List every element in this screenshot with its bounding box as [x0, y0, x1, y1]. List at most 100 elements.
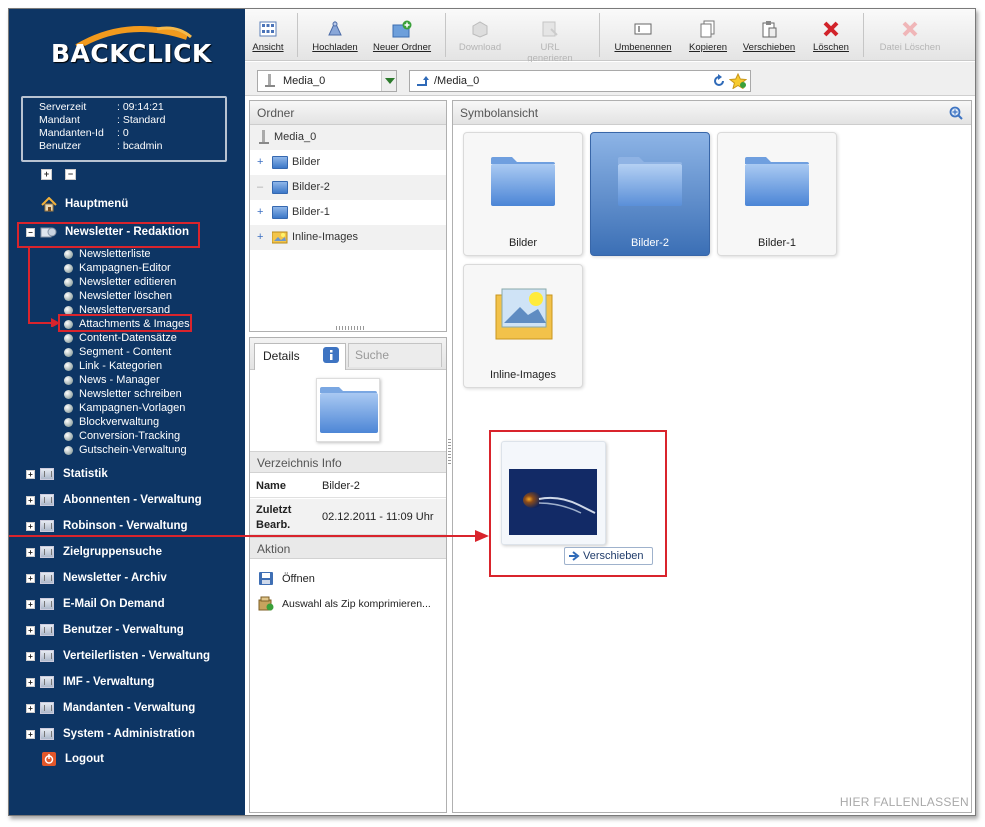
expand-icon[interactable]: + [26, 495, 35, 505]
tree-item-bilder-1[interactable]: + Bilder-1 [250, 200, 446, 225]
collapse-all-button[interactable]: − [65, 169, 76, 180]
sub-item-kampagnen-editor[interactable]: Kampagnen-Editor [64, 261, 171, 275]
nav-hauptmenu[interactable]: Hauptmenü [9, 195, 128, 213]
sub-item-kampagnen-vorlagen[interactable]: Kampagnen-Vorlagen [64, 401, 185, 415]
nav-verteilerlisten-verwaltung[interactable]: + Verteilerlisten - Verwaltung [9, 647, 210, 665]
expand-icon[interactable]: + [26, 677, 35, 687]
hochladen-button[interactable]: Hochladen [307, 19, 363, 53]
nav-imf-verwaltung[interactable]: + IMF - Verwaltung [9, 673, 154, 691]
expand-icon[interactable]: + [257, 225, 263, 250]
kopieren-button[interactable]: Kopieren [687, 19, 729, 53]
tree-item-inline-images[interactable]: + Inline-Images [250, 225, 446, 250]
tile-inline-images[interactable]: Inline-Images [463, 264, 583, 388]
nav-statistik[interactable]: + Statistik [9, 465, 108, 483]
date-value: 02.12.2011 - 11:09 Uhr [322, 511, 434, 523]
connector-arrow [28, 247, 60, 327]
tile-label: Bilder-1 [758, 237, 796, 249]
sub-item-newsletter-editieren[interactable]: Newsletter editieren [64, 275, 176, 289]
sub-item-news-manager[interactable]: News - Manager [64, 373, 160, 387]
expand-icon[interactable]: + [26, 573, 35, 583]
vertical-splitter[interactable] [448, 439, 451, 465]
nav-benutzer-verwaltung[interactable]: + Benutzer - Verwaltung [9, 621, 184, 639]
path-field[interactable]: /Media_0 [409, 70, 751, 92]
info-key: Benutzer [39, 140, 82, 152]
nav-newsletter-archiv[interactable]: + Newsletter - Archiv [9, 569, 167, 587]
url-generieren-button[interactable]: URL generieren [517, 19, 583, 64]
tree-item-bilder-2[interactable]: – Bilder-2 [250, 175, 446, 200]
expand-icon[interactable]: + [26, 469, 35, 479]
nav-logout[interactable]: Logout [9, 750, 104, 768]
delete-x-icon [821, 19, 841, 39]
nav-abonnenten-verwaltung[interactable]: + Abonnenten - Verwaltung [9, 491, 202, 509]
sub-item-newsletter-schreiben[interactable]: Newsletter schreiben [64, 387, 182, 401]
sub-item-gutschein-verwaltung[interactable]: Gutschein-Verwaltung [64, 443, 187, 457]
verzeichnis-info-title: Verzeichnis Info [250, 451, 446, 473]
expand-icon[interactable]: + [26, 729, 35, 739]
action-zip[interactable]: Auswahl als Zip komprimieren... [258, 596, 431, 611]
expand-icon[interactable]: + [26, 625, 35, 635]
nav-e-mail-on-demand[interactable]: + E-Mail On Demand [9, 595, 165, 613]
tab-details[interactable]: Details [254, 343, 346, 370]
kopieren-label: Kopieren [688, 42, 728, 53]
loeschen-label: Löschen [813, 42, 849, 53]
sub-item-newsletter-löschen[interactable]: Newsletter löschen [64, 289, 172, 303]
expand-icon[interactable]: + [257, 150, 263, 175]
nav-mandanten-verwaltung[interactable]: + Mandanten - Verwaltung [9, 699, 195, 717]
sub-item-segment-content[interactable]: Segment - Content [64, 345, 171, 359]
tree-item-bilder[interactable]: + Bilder [250, 150, 446, 175]
nav-system-administration[interactable]: + System - Administration [9, 725, 195, 743]
neuer-ordner-button[interactable]: Neuer Ordner [371, 19, 433, 53]
tree-toggle-buttons: + − [41, 169, 76, 180]
action-open[interactable]: Öffnen [258, 571, 315, 586]
sub-item-content-datensätze[interactable]: Content-Datensätze [64, 331, 177, 345]
download-button[interactable]: Download [457, 19, 503, 53]
bullet-icon [64, 431, 73, 441]
sub-item-link-kategorien[interactable]: Link - Kategorien [64, 359, 162, 373]
refresh-icon[interactable] [712, 74, 726, 88]
up-folder-icon[interactable] [415, 75, 429, 87]
media-select[interactable]: Media_0 [257, 70, 397, 92]
tile-bilder-2[interactable]: Bilder-2 [590, 132, 710, 256]
sub-item-conversion-tracking[interactable]: Conversion-Tracking [64, 429, 180, 443]
expand-icon[interactable]: + [26, 599, 35, 609]
umbenennen-button[interactable]: Umbenennen [613, 19, 673, 53]
sub-item-blockverwaltung[interactable]: Blockverwaltung [64, 415, 159, 429]
info-value: : 09:14:21 [117, 101, 164, 113]
ansicht-button[interactable]: Ansicht [250, 19, 286, 53]
toolbar: Ansicht Hochladen Neuer Ordner Download … [245, 9, 975, 64]
image-folder-icon [495, 288, 553, 340]
ansicht-label: Ansicht [252, 42, 284, 53]
sub-item-label: News - Manager [79, 374, 160, 386]
expand-icon[interactable]: + [26, 703, 35, 713]
sub-item-newsletterliste[interactable]: Newsletterliste [64, 247, 151, 261]
nav-label: Zielgruppensuche [63, 546, 163, 558]
dragged-file-thumb[interactable] [501, 441, 606, 545]
tile-bilder-1[interactable]: Bilder-1 [717, 132, 837, 256]
dropdown-arrow-icon[interactable] [381, 71, 396, 91]
tab-suche-label: Suche [355, 348, 390, 362]
tree-root[interactable]: Media_0 [250, 125, 446, 150]
loeschen-button[interactable]: Löschen [811, 19, 851, 53]
verschieben-button[interactable]: Verschieben [739, 19, 799, 53]
datei-loeschen-button[interactable]: Datei Löschen [877, 19, 943, 53]
sub-item-label: Kampagnen-Editor [79, 262, 171, 274]
tile-bilder[interactable]: Bilder [463, 132, 583, 256]
bullet-icon [64, 333, 73, 343]
path-value: /Media_0 [434, 75, 480, 87]
jellyfish-image-thumbnail [509, 469, 597, 535]
expand-icon[interactable]: + [26, 547, 35, 557]
tree-item-label: Bilder-1 [292, 206, 330, 218]
expand-icon[interactable]: + [26, 651, 35, 661]
section-folder-icon [40, 624, 54, 636]
section-folder-icon [40, 572, 54, 584]
drive-icon [265, 74, 275, 87]
sub-item-label: Content-Datensätze [79, 332, 177, 344]
expand-icon[interactable]: + [257, 200, 263, 225]
nav-label: Verteilerlisten - Verwaltung [63, 650, 210, 662]
zoom-icon[interactable] [949, 106, 963, 120]
panel-resize-grip[interactable] [336, 326, 364, 330]
nav-zielgruppensuche[interactable]: + Zielgruppensuche [9, 543, 162, 561]
expand-all-button[interactable]: + [41, 169, 52, 180]
favorite-star-icon[interactable] [729, 73, 747, 89]
tab-suche[interactable]: Suche [348, 343, 442, 367]
